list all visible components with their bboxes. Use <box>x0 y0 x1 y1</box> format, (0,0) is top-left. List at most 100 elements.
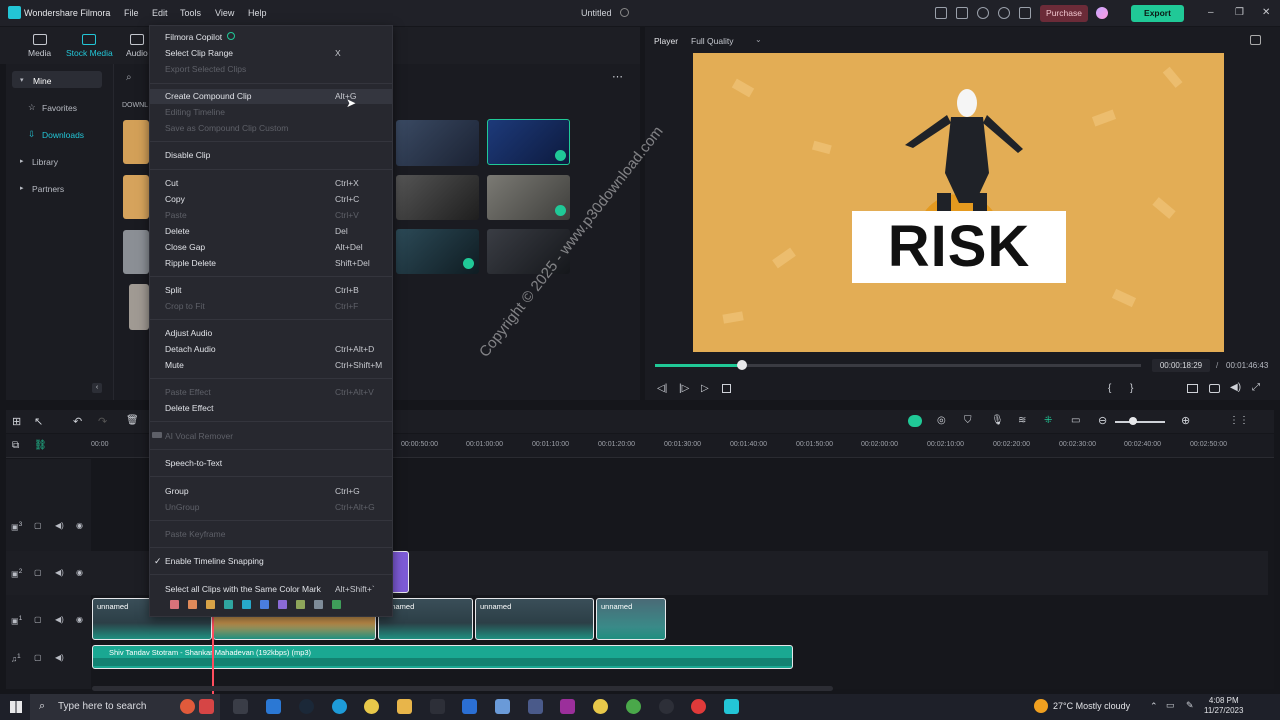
save-icon[interactable] <box>956 7 968 19</box>
microphone-icon[interactable]: 🎙 <box>991 415 1004 426</box>
eye-icon[interactable]: ◉ <box>76 568 83 577</box>
obs-icon[interactable] <box>659 699 674 714</box>
zoom-in-icon[interactable]: ⊕ <box>1181 414 1190 427</box>
task-view-icon[interactable] <box>233 699 248 714</box>
tab-audio[interactable]: Audio <box>126 34 148 58</box>
network-app-icon[interactable] <box>528 699 543 714</box>
layout-icon[interactable] <box>935 7 947 19</box>
support-icon[interactable] <box>998 7 1010 19</box>
paint-icon[interactable] <box>495 699 510 714</box>
menu-item-speech-to-text[interactable]: Speech-to-Text <box>165 458 222 468</box>
folder-icon[interactable]: ▢ <box>34 521 42 530</box>
speaker-icon[interactable]: ◀) <box>55 653 64 662</box>
fullscreen-icon[interactable]: ⤢ <box>1252 382 1260 393</box>
avatar[interactable] <box>1096 7 1108 19</box>
menu-tools[interactable]: Tools <box>180 8 201 18</box>
sidebar-item-partners[interactable]: Partners <box>32 184 64 194</box>
color-mark-swatch[interactable] <box>260 600 269 609</box>
sidebar-item-favorites[interactable]: Favorites <box>42 103 77 113</box>
xd-icon[interactable] <box>560 699 575 714</box>
mail-icon[interactable] <box>266 699 281 714</box>
menu-help[interactable]: Help <box>248 8 267 18</box>
camera-icon[interactable] <box>1209 384 1220 393</box>
select-tool-icon[interactable]: ↖ <box>34 415 43 428</box>
clock-app-icon[interactable] <box>180 699 195 714</box>
media-thumbnail[interactable] <box>396 175 479 220</box>
menu-item-select-same-color[interactable]: Select all Clips with the Same Color Mar… <box>165 584 321 594</box>
audio-clip[interactable]: Shiv Tandav Stotram - Shankar Mahadevan … <box>92 645 793 669</box>
quality-select[interactable]: Full Quality <box>691 36 734 46</box>
speaker-icon[interactable]: ◀) <box>55 568 64 577</box>
more-options-icon[interactable]: ⋯ <box>612 70 623 83</box>
color-mark-swatch[interactable] <box>206 600 215 609</box>
search-icon[interactable]: ⌕ <box>126 72 132 83</box>
store-icon[interactable] <box>462 699 477 714</box>
menu-item-mute[interactable]: Mute <box>165 360 184 370</box>
menu-file[interactable]: File <box>124 8 139 18</box>
menu-item-group[interactable]: Group <box>165 486 189 496</box>
mark-in-icon[interactable]: { <box>1108 383 1111 394</box>
menu-item-filmora-copilot[interactable]: Filmora Copilot <box>165 32 222 42</box>
mark-out-icon[interactable]: } <box>1130 383 1133 394</box>
record-icon[interactable] <box>691 699 706 714</box>
menu-item-close-gap[interactable]: Close Gap <box>165 242 205 252</box>
menu-item-ripple-delete[interactable]: Ripple Delete <box>165 258 216 268</box>
color-mark-swatch[interactable] <box>188 600 197 609</box>
undo-icon[interactable]: ↶ <box>73 415 82 428</box>
tab-stock-media[interactable]: Stock Media <box>66 34 113 58</box>
snapshot-icon[interactable] <box>1250 35 1261 45</box>
file-explorer-icon[interactable] <box>397 699 412 714</box>
eye-icon[interactable]: ◉ <box>76 521 83 530</box>
link-icon[interactable]: ⛓ <box>34 440 47 451</box>
step-forward-icon[interactable]: |▷ <box>679 383 689 394</box>
collapse-sidebar-icon[interactable]: ‹ <box>92 383 102 393</box>
color-mark-swatch[interactable] <box>278 600 287 609</box>
menu-item-copy[interactable]: Copy <box>165 194 185 204</box>
maximize-icon[interactable]: ❐ <box>1235 7 1244 18</box>
timeline-scrollbar[interactable] <box>92 686 833 691</box>
media-thumbnail[interactable] <box>123 230 149 274</box>
sidebar-item-downloads[interactable]: Downloads <box>42 130 84 140</box>
menu-item-enable-timeline-snapping[interactable]: Enable Timeline Snapping <box>165 556 264 566</box>
network-icon[interactable]: ▭ <box>1166 700 1175 711</box>
chrome-icon[interactable] <box>364 699 379 714</box>
purchase-button[interactable]: Purchase <box>1040 5 1088 22</box>
zoom-slider[interactable] <box>1115 421 1165 423</box>
windows-start-icon[interactable] <box>10 701 22 713</box>
color-mark-swatch[interactable] <box>314 600 323 609</box>
playback-scrubber-handle[interactable] <box>737 360 747 370</box>
pen-icon[interactable]: ✎ <box>1186 700 1194 711</box>
menu-item-detach-audio[interactable]: Detach Audio <box>165 344 216 354</box>
audio-mix-icon[interactable]: ≋ <box>1018 415 1026 426</box>
media-thumbnail[interactable] <box>123 120 149 164</box>
menu-item-delete[interactable]: Delete <box>165 226 190 236</box>
snap-icon[interactable]: ⁜ <box>1044 415 1052 426</box>
export-button[interactable]: Export <box>1131 5 1184 22</box>
menu-item-adjust-audio[interactable]: Adjust Audio <box>165 328 212 338</box>
media-thumbnail[interactable] <box>396 120 479 166</box>
gift-app-icon[interactable] <box>199 699 214 714</box>
layout-grid-icon[interactable]: ⊞ <box>12 415 21 428</box>
chevron-down-icon[interactable]: ⌄ <box>755 35 762 44</box>
menu-view[interactable]: View <box>215 8 234 18</box>
menu-item-create-compound-clip[interactable]: Create Compound Clip <box>165 91 251 101</box>
volume-icon[interactable]: ◀) <box>1230 382 1241 393</box>
subtitle-icon[interactable]: ▭ <box>1071 415 1080 426</box>
stop-icon[interactable] <box>722 384 731 393</box>
color-mark-swatch[interactable] <box>170 600 179 609</box>
sidebar-item-mine[interactable] <box>12 71 102 88</box>
timeline-clip[interactable]: unnamed <box>475 598 594 640</box>
cloud-icon[interactable] <box>977 7 989 19</box>
folder-icon[interactable]: ▢ <box>34 568 42 577</box>
tab-media[interactable]: Media <box>28 34 51 58</box>
color-mark-swatch[interactable] <box>242 600 251 609</box>
menu-item-cut[interactable]: Cut <box>165 178 178 188</box>
zoom-out-icon[interactable]: ⊖ <box>1098 414 1107 427</box>
edge-icon[interactable] <box>332 699 347 714</box>
speaker-icon[interactable]: ◀) <box>55 615 64 624</box>
menu-item-disable-clip[interactable]: Disable Clip <box>165 150 210 160</box>
gift-icon[interactable] <box>1019 7 1031 19</box>
media-thumbnail[interactable] <box>123 175 149 219</box>
play-icon[interactable]: ▷ <box>701 383 709 394</box>
color-mark-swatch[interactable] <box>224 600 233 609</box>
